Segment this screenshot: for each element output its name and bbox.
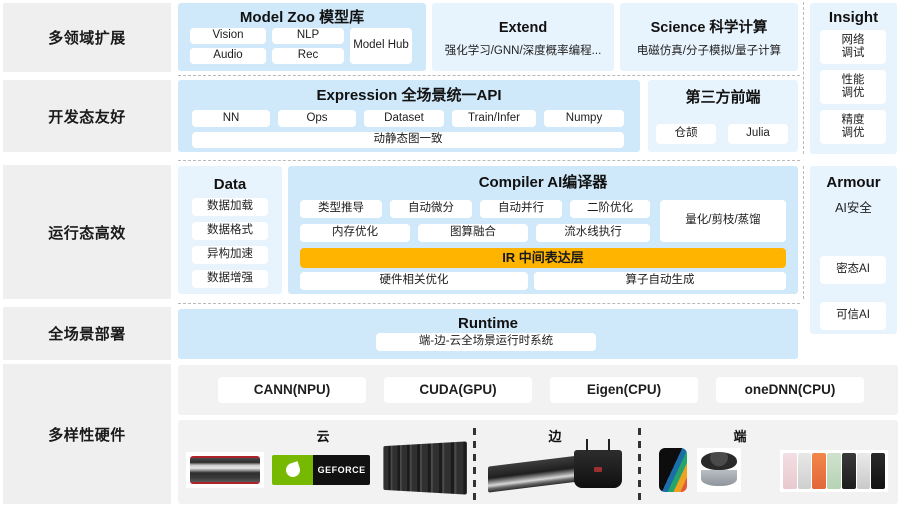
expression-chip-nn[interactable]: NN <box>192 110 270 127</box>
compiler-chip-graph-kernel-fusion[interactable]: 图算融合 <box>418 224 528 242</box>
expression-chip-numpy[interactable]: Numpy <box>544 110 624 127</box>
runtime-chip-full-scenario-system[interactable]: 端-边-云全场景运行时系统 <box>376 333 596 351</box>
expression-chip-train-infer[interactable]: Train/Infer <box>452 110 536 127</box>
hardware-divider-cloud-edge <box>473 428 476 500</box>
row-separator-1 <box>178 75 800 76</box>
backend-chip-onednn-cpu[interactable]: oneDNN(CPU) <box>716 377 864 403</box>
layer-label-text: 全场景部署 <box>48 326 126 343</box>
device-server-chassis <box>186 452 264 488</box>
compiler-chip-type-inference[interactable]: 类型推导 <box>300 200 382 218</box>
device-smartphone <box>659 448 687 492</box>
layer-label-runtime-efficient: 运行态高效 <box>3 165 171 299</box>
insight-chip-performance-tuning[interactable]: 性能 调优 <box>820 70 886 104</box>
layer-label-domain-extension: 多领域扩展 <box>3 3 171 72</box>
hardware-zone-label-edge: 边 <box>548 429 562 444</box>
model-zoo-title: Model Zoo 模型库 <box>239 9 365 26</box>
backend-chip-cann-npu[interactable]: CANN(NPU) <box>218 377 366 403</box>
compiler-chip-memory-opt[interactable]: 内存优化 <box>300 224 410 242</box>
geforce-wordmark: GEFORCE <box>313 455 370 485</box>
armour-title: Armour <box>826 174 881 191</box>
device-server-rack <box>378 441 467 495</box>
router-antenna-left <box>586 439 588 451</box>
expression-title: Expression 全场景统一API <box>316 87 502 104</box>
layer-label-dev-friendly: 开发态友好 <box>3 80 171 152</box>
third-party-title: 第三方前端 <box>685 89 761 106</box>
right-column-divider-top <box>803 2 804 154</box>
data-chip-format[interactable]: 数据格式 <box>192 222 268 240</box>
backend-chip-cuda-gpu[interactable]: CUDA(GPU) <box>384 377 532 403</box>
armour-subtitle: AI安全 <box>835 201 872 216</box>
layer-label-full-scenario-deploy: 全场景部署 <box>3 307 171 360</box>
backend-chip-eigen-cpu[interactable]: Eigen(CPU) <box>550 377 698 403</box>
compiler-chip-auto-diff[interactable]: 自动微分 <box>390 200 472 218</box>
row-separator-2 <box>178 160 800 161</box>
hardware-divider-edge-device <box>638 428 641 500</box>
compiler-chip-pipeline-exec[interactable]: 流水线执行 <box>536 224 650 242</box>
layer-label-text: 多样性硬件 <box>48 426 126 444</box>
compiler-chip-operator-autogen[interactable]: 算子自动生成 <box>534 272 786 290</box>
insight-chip-network-debug[interactable]: 网络 调试 <box>820 30 886 64</box>
data-title: Data <box>213 176 247 193</box>
model-zoo-chip-audio[interactable]: Audio <box>190 48 266 64</box>
layer-label-text: 运行态高效 <box>48 224 126 242</box>
third-party-chip-julia[interactable]: Julia <box>728 124 788 144</box>
extend-title: Extend <box>498 20 548 36</box>
expression-chip-ops[interactable]: Ops <box>278 110 356 127</box>
compiler-chip-second-order-opt[interactable]: 二阶优化 <box>570 200 650 218</box>
model-zoo-chip-vision[interactable]: Vision <box>190 28 266 44</box>
armour-chip-confidential-ai[interactable]: 密态AI <box>820 256 886 284</box>
extend-panel: Extend 强化学习/GNN/深度概率编程... <box>432 3 614 71</box>
expression-chip-static-dynamic-graph[interactable]: 动静态图一致 <box>192 132 624 148</box>
compiler-ir-bar: IR 中间表达层 <box>300 248 786 268</box>
device-edge-router-box <box>574 439 622 488</box>
data-chip-heterogeneous-accel[interactable]: 异构加速 <box>192 246 268 264</box>
model-zoo-chip-rec[interactable]: Rec <box>272 48 344 64</box>
third-party-chip-cangjie[interactable]: 仓颉 <box>656 124 716 144</box>
router-antenna-right <box>608 439 610 451</box>
insight-chip-precision-tuning[interactable]: 精度 调优 <box>820 110 886 144</box>
expression-chip-dataset[interactable]: Dataset <box>364 110 444 127</box>
device-nvidia-geforce-badge: GEFORCE <box>272 455 370 485</box>
device-wireless-earbuds <box>697 448 741 492</box>
science-title: Science 科学计算 <box>650 20 768 36</box>
earbuds-shape <box>701 452 737 470</box>
layer-label-diverse-hardware: 多样性硬件 <box>3 364 171 504</box>
compiler-chip-auto-parallel[interactable]: 自动并行 <box>480 200 562 218</box>
compiler-chip-hardware-specific-opt[interactable]: 硬件相关优化 <box>300 272 528 290</box>
earbuds-case-shape <box>701 470 737 486</box>
architecture-diagram: 多领域扩展 开发态友好 运行态高效 全场景部署 多样性硬件 Model Zoo … <box>0 0 900 507</box>
compiler-title: Compiler AI编译器 <box>478 174 608 191</box>
model-zoo-chip-model-hub[interactable]: Model Hub <box>350 28 412 64</box>
hardware-zone-label-device: 端 <box>733 429 747 444</box>
insight-title: Insight <box>828 9 879 26</box>
science-panel: Science 科学计算 电磁仿真/分子模拟/量子计算 <box>620 3 798 71</box>
router-indicator-icon <box>594 467 602 473</box>
nvidia-logo-icon <box>272 455 314 485</box>
layer-label-text: 多领域扩展 <box>48 30 126 47</box>
data-chip-augmentation[interactable]: 数据增强 <box>192 270 268 288</box>
data-chip-loading[interactable]: 数据加载 <box>192 198 268 216</box>
right-column-divider-mid <box>803 166 804 299</box>
compiler-chip-quant-prune-distill[interactable]: 量化/剪枝/蒸馏 <box>660 200 786 242</box>
device-smart-watch-bands <box>780 450 888 492</box>
armour-chip-trusted-ai[interactable]: 可信AI <box>820 302 886 330</box>
watch-band-group <box>783 453 886 489</box>
runtime-title: Runtime <box>458 315 518 332</box>
model-zoo-chip-nlp[interactable]: NLP <box>272 28 344 44</box>
row-separator-3 <box>178 303 800 304</box>
hardware-zone-label-cloud: 云 <box>316 429 330 444</box>
layer-label-text: 开发态友好 <box>48 108 126 126</box>
extend-subtitle: 强化学习/GNN/深度概率编程... <box>444 44 602 57</box>
science-subtitle: 电磁仿真/分子模拟/量子计算 <box>636 44 782 57</box>
